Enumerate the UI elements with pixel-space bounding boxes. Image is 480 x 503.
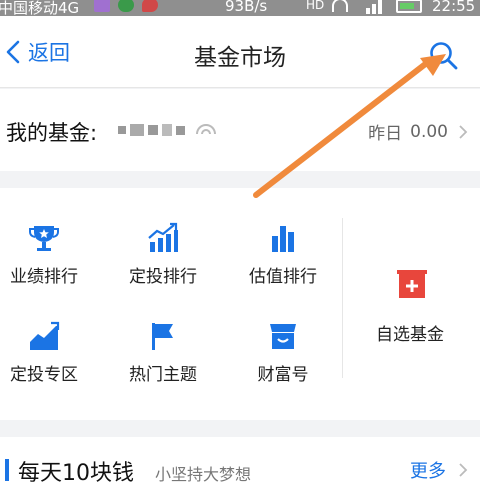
grid-item-label: 业绩排行 [10,267,78,287]
more-label: 更多 [410,461,446,482]
status-bar: 中国移动4G 93B/s HD 22:55 [0,0,480,16]
search-icon [430,42,458,70]
yesterday-value: 0.00 [410,121,448,142]
my-fund-label: 我的基金: [6,121,98,145]
app-notification-icon [94,0,110,12]
masked-amount [118,124,185,136]
chevron-right-icon [459,463,468,477]
section-subtitle: 小坚持大梦想 [155,465,252,484]
page-title: 基金市场 [194,45,286,71]
grid-item-plan-zone[interactable]: 定投专区 [0,320,100,416]
grid-item-label: 定投专区 [10,365,78,385]
signal-icon [366,8,370,14]
feature-grid: 业绩排行 定投排行 估值排行 定投专区 热门主题 财富号 自选基金 [0,188,480,420]
grid-item-hot-topics[interactable]: 热门主题 [107,320,219,416]
search-button[interactable] [426,38,462,74]
carrier-label: 中国移动4G [0,0,80,16]
grid-item-label: 估值排行 [249,267,317,287]
section-accent-bar [5,459,9,481]
divider [342,218,343,378]
section-title: 每天10块钱 [18,461,134,486]
wifi-icon [332,0,348,12]
grid-item-label: 热门主题 [129,365,197,385]
area-trend-icon [30,321,60,350]
clock: 22:55 [432,0,476,15]
flag-icon [152,323,173,350]
signal-icon [378,0,382,14]
grid-item-valuation-ranking[interactable]: 估值排行 [227,222,339,318]
grid-item-performance-ranking[interactable]: 业绩排行 [0,222,100,318]
trophy-icon [29,226,59,251]
yesterday-label: 昨日 [368,124,403,144]
map-pin-icon [142,0,158,12]
self-selected-funds-button[interactable]: 自选基金 [350,268,470,348]
add-box-icon [397,270,427,298]
chevron-right-icon [459,124,468,139]
grid-item-label: 定投排行 [129,267,197,287]
shop-icon [270,324,296,349]
app-notification-icon [118,0,134,12]
eye-icon[interactable] [195,120,217,140]
self-selected-label: 自选基金 [376,325,444,345]
signal-icon [372,4,376,14]
more-link[interactable]: 更多 [410,457,468,483]
bar-chart-icon [272,226,294,252]
nav-header: 返回 基金市场 [0,16,480,88]
grid-item-label: 财富号 [257,365,309,385]
net-speed: 93B/s [225,0,268,15]
daily-ten-section-header: 每天10块钱 小坚持大梦想 更多 [0,437,480,503]
battery-icon [396,0,422,13]
grid-item-wealth-account[interactable]: 财富号 [227,320,339,416]
bar-trend-icon [148,222,178,252]
grid-item-plan-ranking[interactable]: 定投排行 [107,222,219,318]
yesterday-earnings: 昨日 0.00 [368,119,468,144]
my-fund-row[interactable]: 我的基金: 昨日 0.00 [0,89,480,171]
hd-badge: HD [306,0,325,12]
